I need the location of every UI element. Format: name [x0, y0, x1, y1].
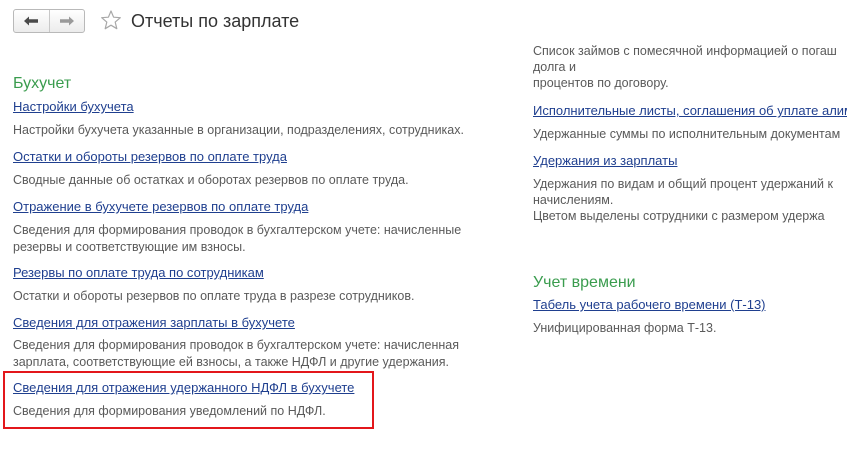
link-salary-deductions[interactable]: Удержания из зарплаты [533, 153, 677, 168]
desc-salary-deductions: Удержания по видам и общий процент удерж… [533, 177, 833, 223]
section-title-time: Учет времени [533, 274, 636, 291]
desc-ndfl-accounting: Сведения для формирования уведомлений по… [13, 404, 326, 418]
link-reserves-balances[interactable]: Остатки и обороты резервов по оплате тру… [13, 149, 287, 164]
link-writs-alimony[interactable]: Исполнительные листы, соглашения об упла… [533, 103, 847, 118]
desc-timesheet-t13: Унифицированная форма Т-13. [533, 321, 717, 335]
desc-writs-alimony: Удержанные суммы по исполнительным докум… [533, 127, 841, 141]
desc-loans: Список займов с помесячной информацией о… [533, 44, 837, 90]
desc-salary-accounting: Сведения для формирования проводок в бух… [13, 338, 459, 369]
link-reserves-by-employee[interactable]: Резервы по оплате труда по сотрудникам [13, 265, 264, 280]
link-reserves-accounting[interactable]: Отражение в бухучете резервов по оплате … [13, 199, 308, 214]
section-title-accounting: Бухучет [13, 75, 72, 92]
desc-accounting-settings: Настройки бухучета указанные в организац… [13, 123, 464, 137]
link-salary-accounting[interactable]: Сведения для отражения зарплаты в бухуче… [13, 315, 295, 330]
link-accounting-settings[interactable]: Настройки бухучета [13, 99, 134, 114]
link-ndfl-accounting[interactable]: Сведения для отражения удержанного НДФЛ … [13, 380, 354, 395]
desc-reserves-by-employee: Остатки и обороты резервов по оплате тру… [13, 289, 415, 303]
link-timesheet-t13[interactable]: Табель учета рабочего времени (Т-13) [533, 297, 766, 312]
desc-reserves-balances: Сводные данные об остатках и оборотах ре… [13, 173, 409, 187]
desc-reserves-accounting: Сведения для формирования проводок в бух… [13, 223, 462, 254]
